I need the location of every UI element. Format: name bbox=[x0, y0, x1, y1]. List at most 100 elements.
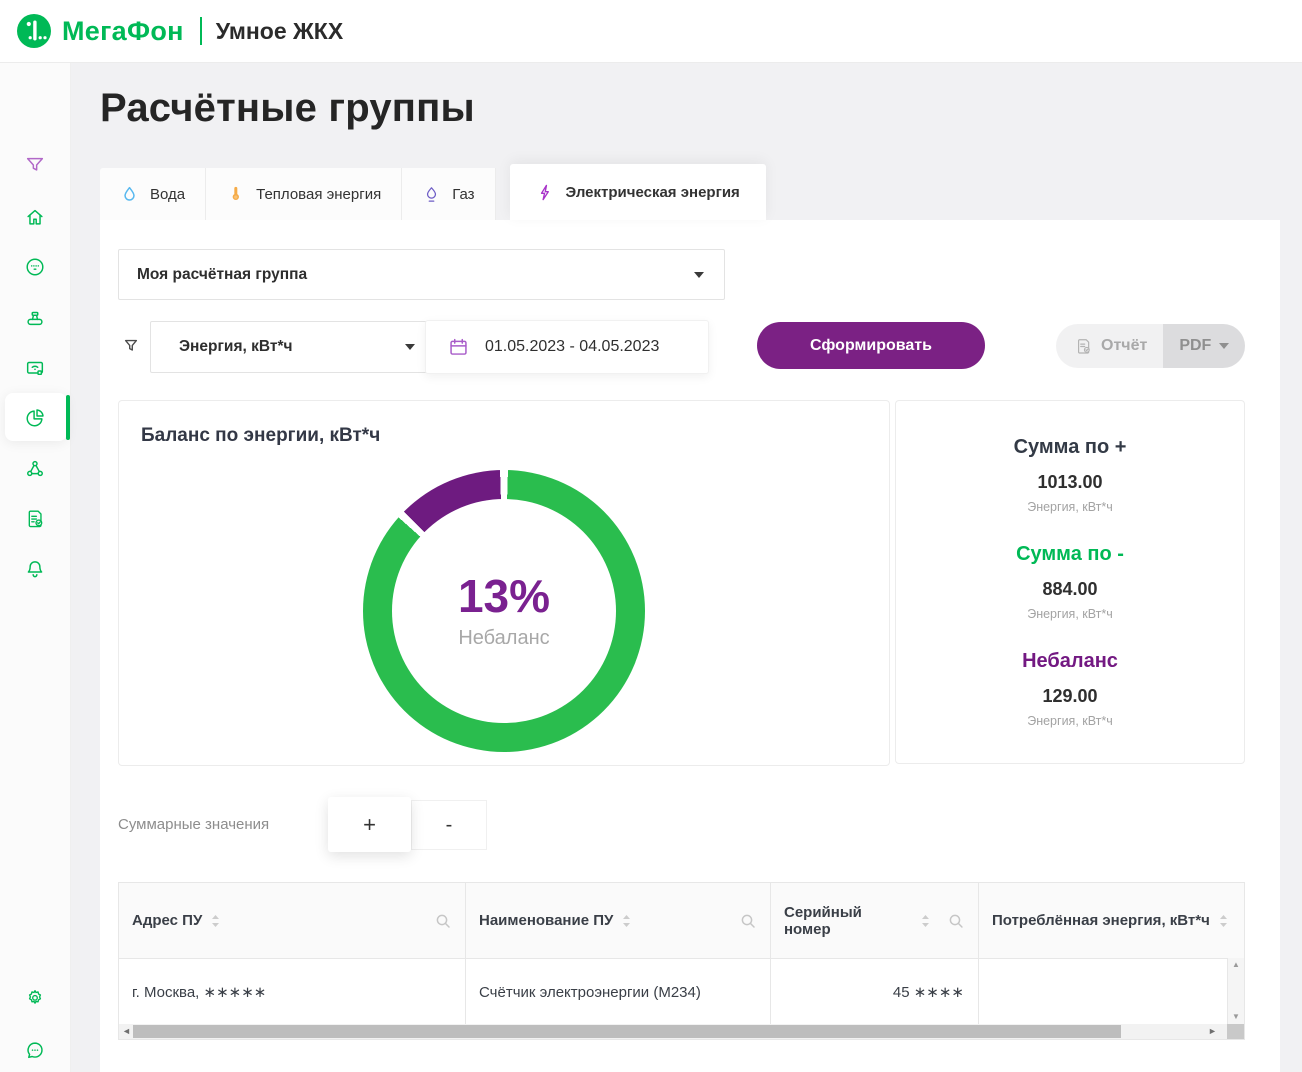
generate-button[interactable]: Сформировать bbox=[757, 322, 985, 369]
column-header-address[interactable]: Адрес ПУ bbox=[119, 883, 466, 958]
summary-minus-title: Сумма по - bbox=[896, 543, 1244, 566]
cell-name: Счётчик электроэнергии (М234) bbox=[466, 959, 771, 1025]
summary-imbalance-caption: Энергия, кВт*ч bbox=[896, 714, 1244, 728]
chat-icon bbox=[24, 1039, 46, 1061]
scroll-left-arrow-icon[interactable]: ◄ bbox=[122, 1026, 131, 1037]
summary-imbalance-title: Небаланс bbox=[896, 650, 1244, 673]
report-format-value: PDF bbox=[1179, 337, 1211, 355]
terminal-icon bbox=[24, 357, 46, 379]
totals-plus-button[interactable]: + bbox=[328, 797, 411, 852]
metric-filter-icon-wrap[interactable] bbox=[124, 339, 138, 359]
product-name: Умное ЖКХ bbox=[216, 18, 343, 45]
sidebar-item-terminal[interactable] bbox=[0, 345, 70, 391]
vertical-scrollbar[interactable]: ▲ ▼ bbox=[1227, 958, 1244, 1024]
balance-chart-card: Баланс по энергии, кВт*ч 13% Небаланс bbox=[118, 400, 890, 766]
summary-minus-value: 884.00 bbox=[896, 579, 1244, 600]
totals-minus-button[interactable]: - bbox=[411, 800, 487, 850]
cell-serial: 45 ∗∗∗∗ bbox=[771, 959, 979, 1025]
sort-icon[interactable] bbox=[211, 914, 220, 928]
brand-logo[interactable]: МегаФон Умное ЖКХ bbox=[16, 13, 343, 49]
summary-plus-title: Сумма по + bbox=[896, 436, 1244, 459]
sidebar-item-home[interactable] bbox=[0, 194, 70, 240]
chart-title: Баланс по энергии, кВт*ч bbox=[141, 425, 380, 447]
sidebar-item-filter[interactable] bbox=[0, 142, 70, 188]
tab-label: Электрическая энергия bbox=[566, 184, 740, 201]
scroll-up-arrow-icon[interactable]: ▲ bbox=[1232, 961, 1240, 969]
filter-icon bbox=[24, 154, 46, 176]
cell-address: г. Москва, ∗∗∗∗∗ bbox=[119, 959, 466, 1025]
gas-flame-icon bbox=[422, 185, 441, 204]
horizontal-scrollbar-thumb[interactable] bbox=[133, 1025, 1121, 1038]
summary-imbalance: Небаланс 129.00 Энергия, кВт*ч bbox=[896, 650, 1244, 728]
megafon-logo-icon bbox=[16, 13, 52, 49]
tab-gas[interactable]: Газ bbox=[402, 168, 495, 220]
pie-chart-icon bbox=[24, 407, 46, 429]
meter-icon bbox=[24, 256, 46, 278]
donut-percent-value: 13% bbox=[458, 573, 550, 619]
tab-heat[interactable]: Тепловая энергия bbox=[206, 168, 402, 220]
bell-icon bbox=[24, 558, 46, 580]
metric-select[interactable]: Энергия, кВт*ч bbox=[150, 321, 436, 373]
metric-select-value: Энергия, кВт*ч bbox=[179, 338, 293, 356]
valve-icon bbox=[24, 307, 46, 329]
thermometer-icon bbox=[226, 185, 245, 204]
sidebar-item-chat[interactable] bbox=[0, 1027, 70, 1072]
lightning-icon bbox=[536, 183, 555, 202]
table-row[interactable]: г. Москва, ∗∗∗∗∗ Счётчик электроэнергии … bbox=[119, 959, 1244, 1025]
sort-icon[interactable] bbox=[1219, 914, 1228, 928]
column-header-name[interactable]: Наименование ПУ bbox=[466, 883, 771, 958]
chevron-down-icon bbox=[405, 344, 415, 350]
summary-imbalance-value: 129.00 bbox=[896, 686, 1244, 707]
horizontal-scrollbar[interactable]: ◄ ► bbox=[119, 1024, 1228, 1039]
sidebar-item-settings[interactable] bbox=[0, 975, 70, 1021]
cell-energy bbox=[979, 959, 1227, 1025]
sidebar-item-reports[interactable] bbox=[0, 496, 70, 542]
sort-icon[interactable] bbox=[921, 914, 930, 928]
tab-bar: Вода Тепловая энергия Газ Электрическая … bbox=[100, 164, 766, 220]
column-header-energy[interactable]: Потреблённая энергия, кВт*ч bbox=[979, 883, 1244, 958]
report-button-group: Отчёт PDF bbox=[1056, 324, 1245, 368]
logo-divider bbox=[200, 17, 202, 45]
totals-label: Суммарные значения bbox=[118, 816, 269, 833]
tab-label: Вода bbox=[150, 186, 185, 203]
scroll-right-arrow-icon[interactable]: ► bbox=[1208, 1026, 1217, 1037]
tab-label: Тепловая энергия bbox=[256, 186, 381, 203]
scrollbar-corner bbox=[1227, 1024, 1244, 1039]
report-button[interactable]: Отчёт bbox=[1056, 324, 1163, 368]
sidebar-item-network[interactable] bbox=[0, 446, 70, 492]
date-range-value: 01.05.2023 - 04.05.2023 bbox=[485, 338, 659, 356]
top-bar: МегаФон Умное ЖКХ bbox=[0, 0, 1302, 63]
page-title: Расчётные группы bbox=[100, 86, 475, 131]
sidebar-item-notifications[interactable] bbox=[0, 546, 70, 592]
search-icon[interactable] bbox=[740, 913, 756, 929]
tab-electric[interactable]: Электрическая энергия bbox=[510, 164, 766, 220]
report-doc-icon bbox=[1074, 337, 1093, 356]
search-icon[interactable] bbox=[948, 913, 964, 929]
search-icon[interactable] bbox=[435, 913, 451, 929]
sort-icon[interactable] bbox=[622, 914, 631, 928]
network-icon bbox=[24, 458, 46, 480]
summary-plus-value: 1013.00 bbox=[896, 472, 1244, 493]
scroll-down-arrow-icon[interactable]: ▼ bbox=[1232, 1013, 1240, 1021]
sidebar-item-calc-groups[interactable] bbox=[0, 395, 70, 441]
calendar-icon bbox=[448, 337, 469, 358]
date-range-picker[interactable]: 01.05.2023 - 04.05.2023 bbox=[425, 320, 709, 374]
summary-plus-caption: Энергия, кВт*ч bbox=[896, 500, 1244, 514]
donut-center-label: Небаланс bbox=[458, 627, 549, 650]
tab-water[interactable]: Вода bbox=[100, 168, 206, 220]
home-icon bbox=[24, 206, 46, 228]
report-icon bbox=[24, 508, 46, 530]
brand-name: МегаФон bbox=[62, 16, 184, 47]
tab-label: Газ bbox=[452, 186, 474, 203]
sidebar-item-valve[interactable] bbox=[0, 295, 70, 341]
water-drop-icon bbox=[120, 185, 139, 204]
sidebar-item-meter[interactable] bbox=[0, 244, 70, 290]
sidebar bbox=[0, 62, 71, 1072]
column-label: Серийный номер bbox=[784, 904, 912, 938]
column-header-serial[interactable]: Серийный номер bbox=[771, 883, 979, 958]
report-format-select[interactable]: PDF bbox=[1163, 324, 1245, 368]
small-filter-icon bbox=[124, 339, 138, 354]
devices-table: Адрес ПУ Наименование ПУ Серийный номер bbox=[118, 882, 1245, 1040]
group-select[interactable]: Моя расчётная группа bbox=[118, 249, 725, 300]
summary-plus: Сумма по + 1013.00 Энергия, кВт*ч bbox=[896, 436, 1244, 514]
